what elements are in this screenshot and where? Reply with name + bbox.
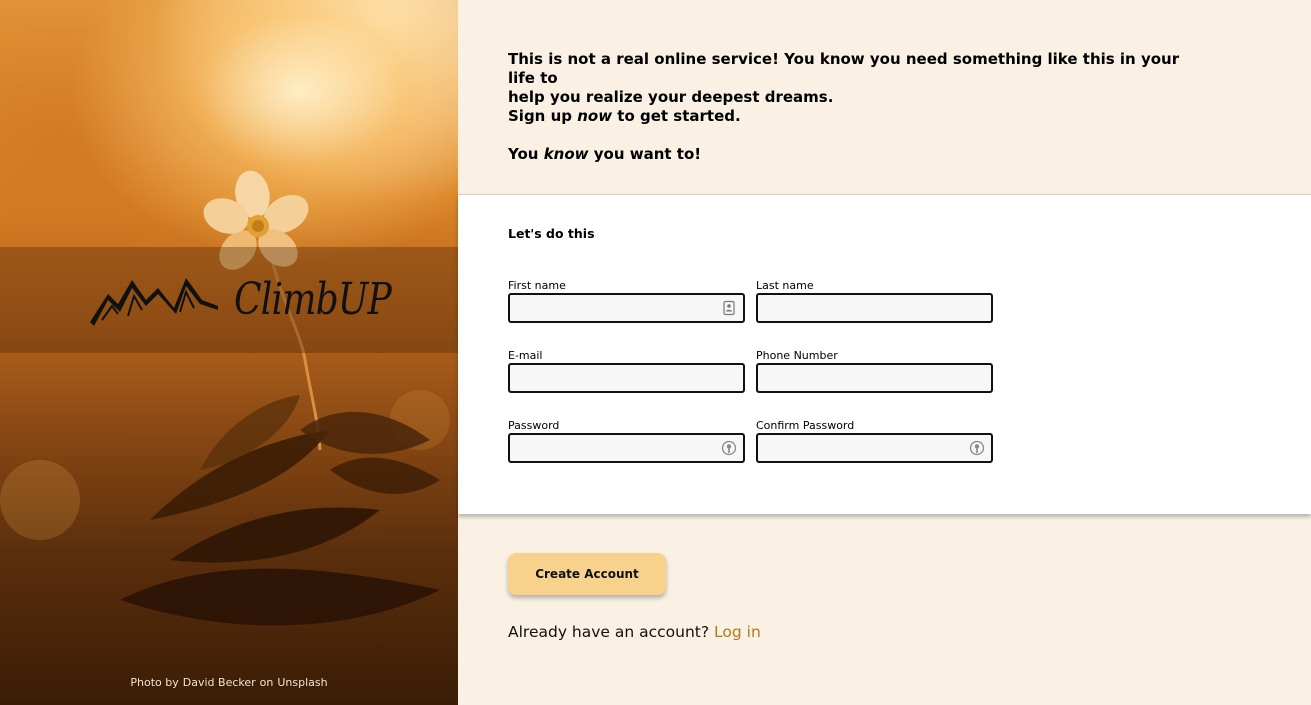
photo-credit-prefix: Photo by xyxy=(130,676,179,689)
intro-line-1: This is not a real online service! You k… xyxy=(508,50,1180,87)
intro-line-4-emphasis: know xyxy=(543,145,589,163)
hero-image-panel: ClimbUP Photo by David Becker on Unsplash xyxy=(0,0,458,705)
confirm-password-label: Confirm Password xyxy=(756,419,855,432)
intro-line-3: Sign up now to get started. xyxy=(508,107,1208,126)
photo-credit-author[interactable]: David Becker xyxy=(183,676,256,689)
first-name-field-group: First name xyxy=(508,279,745,323)
password-label: Password xyxy=(508,419,560,432)
phone-label: Phone Number xyxy=(756,349,838,362)
first-name-input[interactable] xyxy=(510,295,743,321)
confirm-password-field-group: Confirm Password xyxy=(756,419,993,463)
mountains-icon xyxy=(90,278,218,326)
password-key-icon[interactable] xyxy=(721,440,737,456)
email-label: E-mail xyxy=(508,349,543,362)
intro-line-3-post: to get started. xyxy=(612,107,741,125)
create-account-button[interactable]: Create Account xyxy=(508,553,666,595)
last-name-field-group: Last name xyxy=(756,279,993,323)
last-name-label: Last name xyxy=(756,279,814,292)
contact-card-icon[interactable] xyxy=(721,300,737,316)
phone-field-group: Phone Number xyxy=(756,349,993,393)
password-key-icon[interactable] xyxy=(969,440,985,456)
form-title: Let's do this xyxy=(508,226,595,241)
last-name-input[interactable] xyxy=(758,295,991,321)
intro-line-2: help you realize your deepest dreams. xyxy=(508,88,834,106)
photo-credit: Photo by David Becker on Unsplash xyxy=(0,676,458,689)
password-field[interactable] xyxy=(508,433,745,463)
signup-form: Let's do this First name Last name E-mai… xyxy=(458,194,1311,514)
email-field-group: E-mail xyxy=(508,349,745,393)
password-field-group: Password xyxy=(508,419,745,463)
photo-credit-middle: on xyxy=(259,676,274,689)
phone-field[interactable] xyxy=(756,363,993,393)
first-name-field[interactable] xyxy=(508,293,745,323)
brand-name: ClimbUP xyxy=(234,273,392,325)
intro-text: This is not a real online service! You k… xyxy=(508,50,1208,164)
login-prompt: Already have an account? Log in xyxy=(508,623,761,641)
brand-logo: ClimbUP xyxy=(88,268,425,330)
confirm-password-input[interactable] xyxy=(758,435,991,461)
login-prompt-text: Already have an account? xyxy=(508,623,710,641)
confirm-password-field[interactable] xyxy=(756,433,993,463)
email-input[interactable] xyxy=(510,365,743,391)
login-link[interactable]: Log in xyxy=(714,623,761,641)
intro-line-4: You know you want to! xyxy=(508,145,1208,164)
phone-input[interactable] xyxy=(758,365,991,391)
password-input[interactable] xyxy=(510,435,743,461)
intro-line-3-emphasis: now xyxy=(577,107,613,125)
intro-line-4-pre: You xyxy=(508,145,544,163)
first-name-label: First name xyxy=(508,279,566,292)
email-field[interactable] xyxy=(508,363,745,393)
photo-credit-source[interactable]: Unsplash xyxy=(277,676,327,689)
last-name-field[interactable] xyxy=(756,293,993,323)
intro-line-3-pre: Sign up xyxy=(508,107,578,125)
intro-line-4-post: you want to! xyxy=(588,145,702,163)
